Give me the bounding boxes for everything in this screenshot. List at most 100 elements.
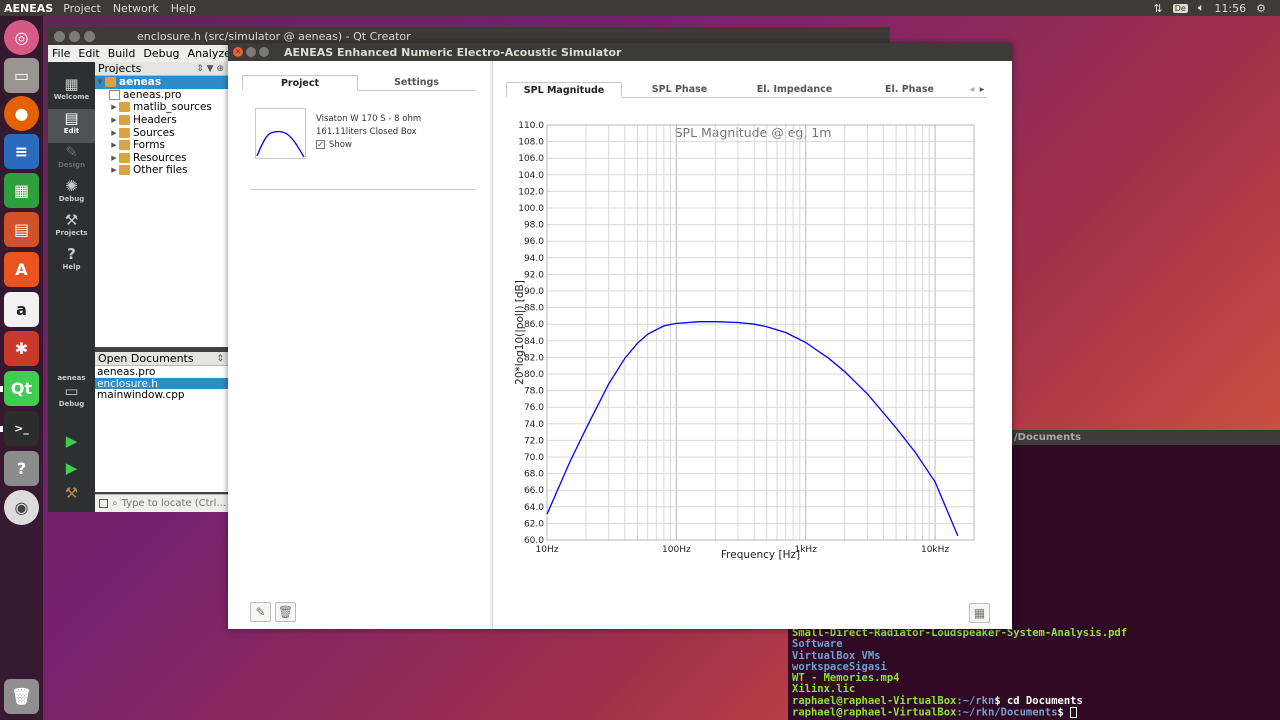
- menu-project[interactable]: Project: [57, 2, 107, 15]
- projects-pane: Projects ⇕ ▼ ⊕ ▼ aeneas aeneas.pro ▶ matli…: [95, 62, 228, 347]
- chevron-right-icon[interactable]: ▶: [109, 166, 119, 174]
- tree-item-folder[interactable]: ▶ matlib_sources: [95, 101, 228, 114]
- y-tick-label: 84.0: [524, 337, 544, 347]
- show-checkbox[interactable]: ✓: [316, 140, 325, 149]
- software-center-icon[interactable]: A: [4, 252, 39, 287]
- qt-creator-title: enclosure.h (src/simulator @ aeneas) - Q…: [137, 29, 411, 43]
- tab-project[interactable]: Project: [242, 75, 358, 91]
- left-tabbar: Project Settings: [242, 75, 475, 91]
- maximize-icon[interactable]: [84, 30, 95, 42]
- debug-play-icon: ▶: [65, 459, 78, 477]
- files-icon[interactable]: ▭: [4, 58, 39, 93]
- toggle-sidebar-icon[interactable]: [99, 499, 108, 508]
- volume-icon[interactable]: 🔈︎: [1198, 1, 1205, 15]
- chevron-right-icon[interactable]: ▶: [109, 129, 119, 137]
- mode-welcome[interactable]: ▦ Welcome: [48, 75, 95, 109]
- amazon-icon[interactable]: a: [4, 292, 39, 327]
- y-tick-label: 72.0: [524, 436, 544, 446]
- system-settings-icon[interactable]: ✱: [4, 331, 39, 366]
- locator-input[interactable]: Type to locate (Ctrl...: [122, 498, 226, 509]
- menu-debug[interactable]: Debug: [139, 47, 183, 60]
- tab-settings[interactable]: Settings: [358, 75, 475, 91]
- help-icon[interactable]: ?: [4, 451, 39, 486]
- menu-edit[interactable]: Edit: [74, 47, 103, 60]
- x-tick-label: 10Hz: [536, 545, 559, 555]
- menu-help[interactable]: Help: [165, 2, 202, 15]
- mode-debug[interactable]: ✺ Debug: [48, 177, 95, 211]
- chevron-right-icon[interactable]: ▶: [109, 154, 119, 162]
- chevron-right-icon[interactable]: ▶: [109, 141, 119, 149]
- terminal-cursor: [1070, 707, 1078, 719]
- open-document-item[interactable]: mainwindow.cpp: [95, 389, 228, 401]
- tree-item-folder[interactable]: ▶ Other files: [95, 164, 228, 177]
- dvd-icon[interactable]: ◉: [4, 490, 39, 525]
- grid-view-button[interactable]: ▦: [969, 603, 990, 623]
- chevron-right-icon[interactable]: ▶: [109, 103, 119, 111]
- menu-file[interactable]: File: [48, 47, 74, 60]
- spl-chart[interactable]: 60.062.064.066.068.070.072.074.076.078.0…: [493, 61, 1013, 561]
- kit-selector[interactable]: aeneas ▭ Debug: [48, 374, 95, 416]
- project-panel: Project Settings Visaton W 170 S - 8 ohm…: [228, 61, 490, 629]
- open-document-item[interactable]: aeneas.pro: [95, 366, 228, 378]
- tree-item-label: aeneas: [119, 76, 162, 89]
- tree-item-folder[interactable]: ▶ Sources: [95, 126, 228, 139]
- mode-projects[interactable]: ⚒ Projects: [48, 211, 95, 245]
- sort-icon[interactable]: ⇕: [216, 354, 224, 364]
- y-tick-label: 92.0: [524, 270, 544, 280]
- bug-icon: ✺: [65, 177, 78, 195]
- mode-label: Welcome: [53, 93, 90, 101]
- tree-item-file[interactable]: aeneas.pro: [95, 89, 228, 102]
- kit-config: Debug: [58, 400, 85, 408]
- minimize-icon[interactable]: [246, 47, 256, 57]
- folder-icon: [119, 115, 130, 126]
- maximize-icon[interactable]: [259, 47, 269, 57]
- libreoffice-writer-icon[interactable]: ≡: [4, 134, 39, 169]
- system-tray: ⇅ De 🔈︎ 11:56 ⚙︎: [1154, 0, 1280, 16]
- close-icon[interactable]: [54, 30, 65, 42]
- tree-item-folder[interactable]: ▶ Resources: [95, 152, 228, 165]
- mode-help[interactable]: ? Help: [48, 245, 95, 279]
- menu-build[interactable]: Build: [104, 47, 140, 60]
- y-tick-label: 98.0: [524, 221, 544, 231]
- chart-grid: [546, 124, 975, 541]
- close-icon[interactable]: ✕: [233, 47, 243, 57]
- clock[interactable]: 11:56: [1214, 2, 1246, 15]
- tree-item-label: Resources: [133, 151, 187, 164]
- chevron-down-icon[interactable]: ▼: [95, 78, 105, 86]
- keyboard-layout-indicator[interactable]: De: [1172, 3, 1188, 13]
- edit-button[interactable]: ✎: [250, 602, 271, 622]
- mode-edit[interactable]: ▤ Edit: [48, 109, 95, 143]
- minimize-icon[interactable]: [69, 30, 80, 42]
- open-document-item[interactable]: enclosure.h: [95, 377, 228, 390]
- tree-item-label: Headers: [133, 114, 177, 127]
- tree-item-folder[interactable]: ▶ Headers: [95, 114, 228, 127]
- network-icon[interactable]: ⇅: [1154, 2, 1163, 15]
- ubuntu-dash-icon[interactable]: ◎: [4, 20, 39, 55]
- wrench-icon: ⚒: [64, 211, 79, 229]
- chevron-right-icon[interactable]: ▶: [109, 116, 119, 124]
- tree-item-folder[interactable]: ▶ Forms: [95, 139, 228, 152]
- terminal-output[interactable]: Small-Direct-Radiator-Loudspeaker-System…: [792, 627, 1127, 719]
- terminal-icon[interactable]: >_: [4, 411, 39, 446]
- libreoffice-calc-icon[interactable]: ▦: [4, 173, 39, 208]
- tree-item-project[interactable]: ▼ aeneas: [95, 76, 228, 89]
- y-tick-label: 94.0: [524, 254, 544, 264]
- delete-button[interactable]: 🗑︎: [275, 602, 296, 622]
- speaker-card[interactable]: Visaton W 170 S - 8 ohm 161.11liters Clo…: [249, 108, 475, 172]
- folder-icon: [119, 102, 130, 113]
- trash-icon[interactable]: 🗑︎: [4, 679, 39, 714]
- x-axis-label: Frequency [Hz]: [721, 549, 800, 561]
- libreoffice-impress-icon[interactable]: ▤: [4, 212, 39, 247]
- search-icon: ⌕: [112, 498, 118, 509]
- project-icon: [105, 77, 116, 88]
- build-button[interactable]: ⚒: [48, 484, 95, 518]
- pencil-icon: ✎: [65, 143, 78, 161]
- menu-network[interactable]: Network: [107, 2, 165, 15]
- firefox-icon[interactable]: ●: [4, 96, 39, 131]
- qt-creator-icon[interactable]: Qt: [4, 371, 39, 406]
- filter-icon[interactable]: ⇕ ▼ ⊕: [196, 64, 224, 74]
- show-checkbox-row[interactable]: ✓ Show: [316, 139, 421, 152]
- speaker-thumbnail: [255, 108, 306, 159]
- power-icon[interactable]: ⚙︎: [1256, 2, 1266, 15]
- mode-design[interactable]: ✎ Design: [48, 143, 95, 177]
